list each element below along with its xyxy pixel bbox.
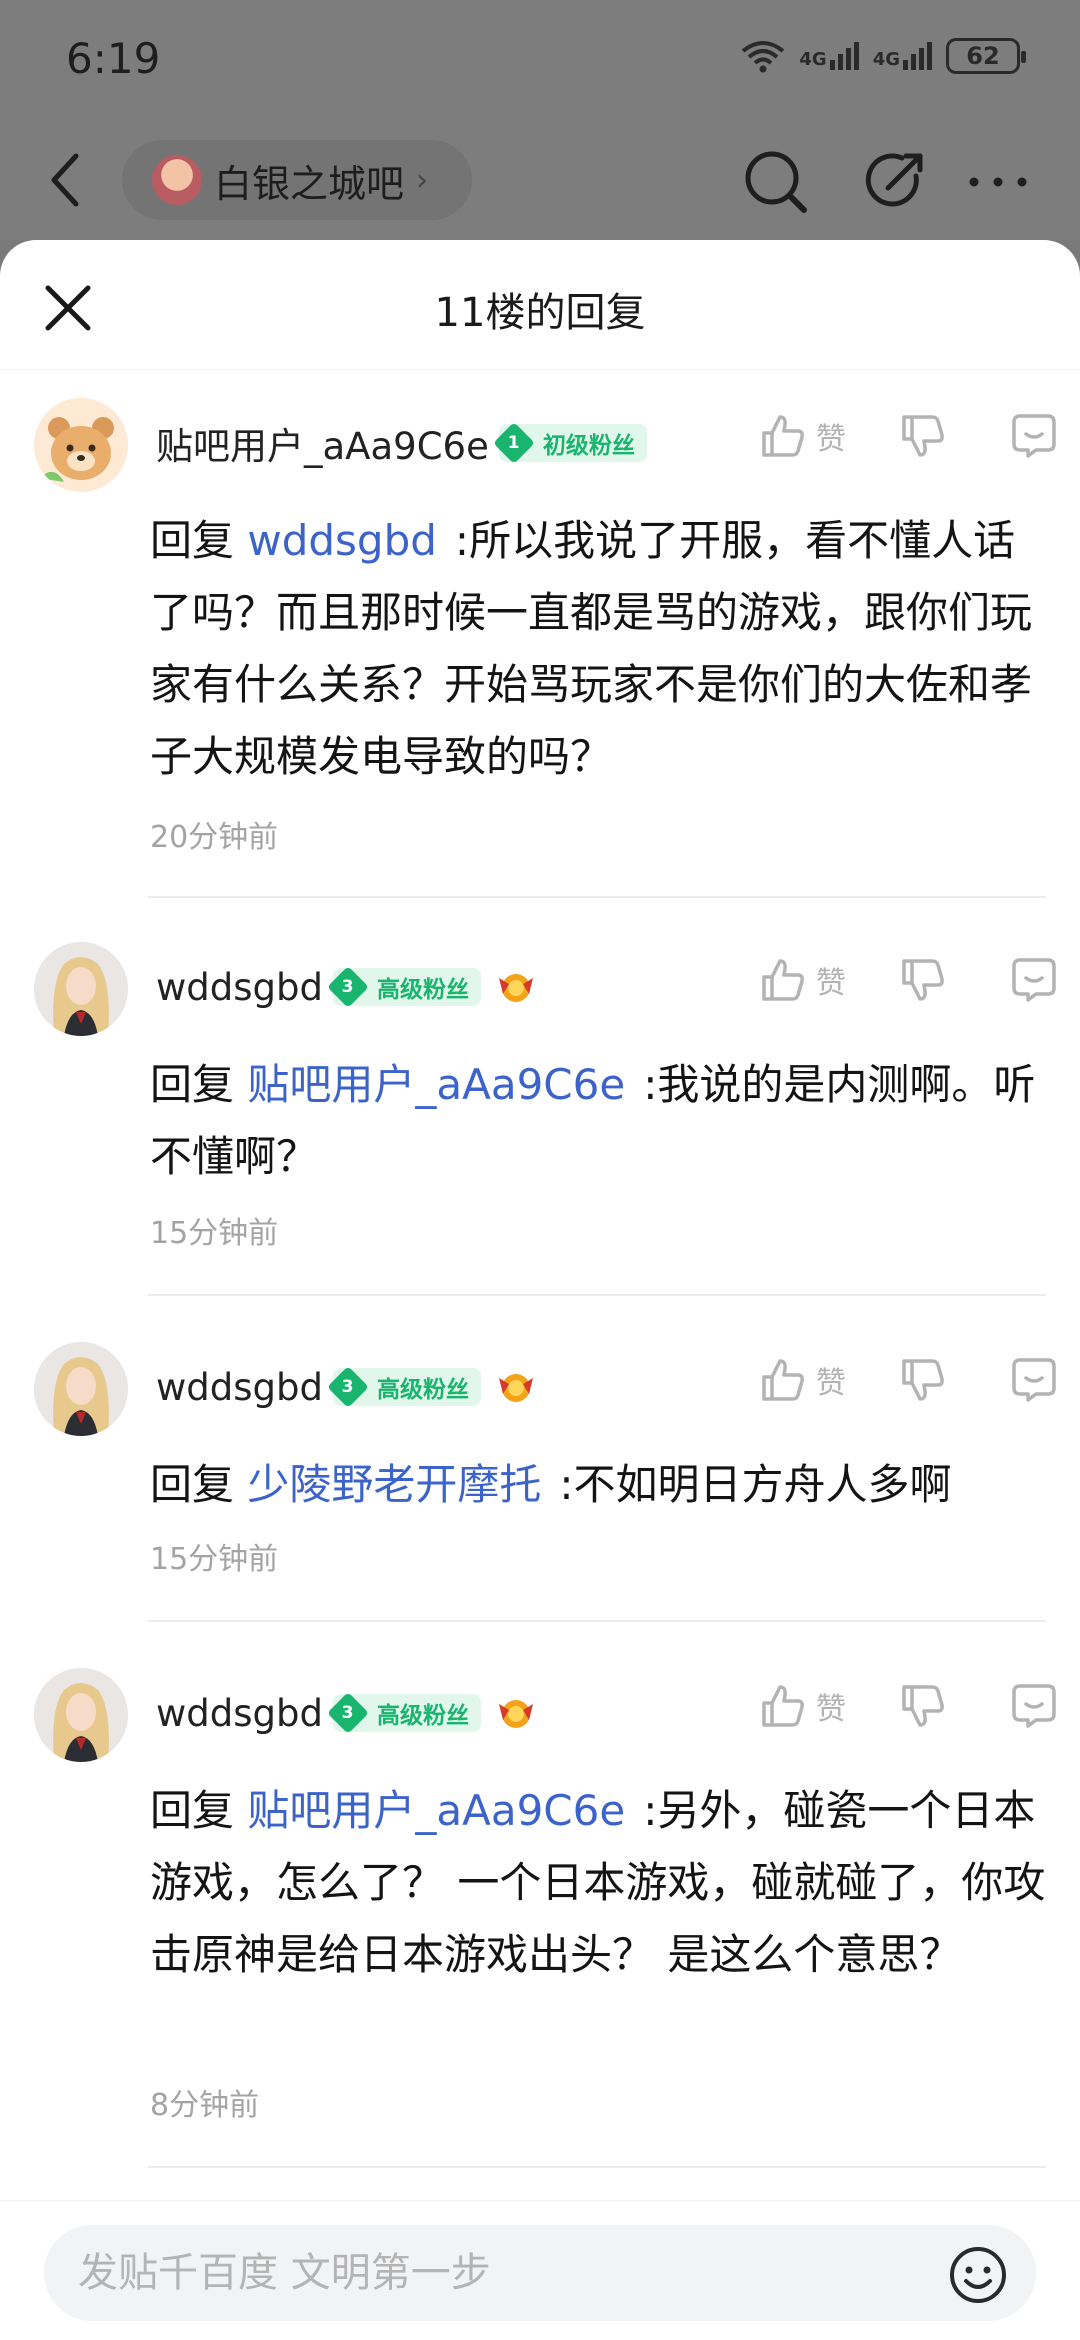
thumbs-down-icon (902, 959, 944, 1001)
like-button[interactable]: 赞 (760, 957, 900, 1003)
wifi-icon (742, 41, 785, 73)
medal-icon (498, 1374, 533, 1402)
reply-content: 回复 贴吧用户_aAa9C6e:我说的是内测啊。听不懂啊？ (150, 1060, 1036, 1181)
like-button[interactable]: 赞 (760, 1683, 900, 1729)
status-time: 6:19 (66, 34, 161, 83)
back-icon[interactable] (46, 150, 86, 210)
reply-actions: 赞 (760, 412, 1058, 460)
fan-badge: 1 初级粉丝 (492, 422, 647, 464)
dislike-button[interactable] (900, 1683, 1010, 1729)
like-button[interactable]: 赞 (760, 1357, 900, 1403)
divider (148, 1620, 1046, 1622)
signal-icon-2: 4G (873, 42, 932, 70)
thumbs-up-icon (762, 959, 804, 1001)
thumbs-up-icon (762, 1685, 804, 1727)
reply-content: 回复 贴吧用户_aAa9C6e:另外，碰瓷一个日本游戏，怎么了？ 一个日本游戏，… (150, 1786, 1046, 1979)
username[interactable]: wddsgbd (156, 1366, 323, 1409)
comment-button[interactable] (1010, 1682, 1058, 1730)
dislike-button[interactable] (900, 1357, 1010, 1403)
user-row: 贴吧用户_aAa9C6e 1 初级粉丝 (156, 413, 647, 473)
avatar[interactable] (34, 942, 128, 1036)
mention-link[interactable]: wddsgbd (247, 516, 437, 565)
user-row: wddsgbd 3 高级粉丝 (156, 1683, 537, 1743)
avatar[interactable] (34, 1668, 128, 1762)
comment-button[interactable] (1010, 412, 1058, 460)
reply-time: 15分钟前 (150, 1216, 279, 1251)
signal-icon: 4G (799, 42, 859, 70)
reply-actions: 赞 (760, 1356, 1058, 1404)
dislike-button[interactable] (900, 957, 1010, 1003)
like-button[interactable]: 赞 (760, 413, 900, 459)
avatar[interactable] (34, 1342, 128, 1436)
medal-icon (498, 974, 533, 1002)
mention-link[interactable]: 贴吧用户_aAa9C6e (247, 1786, 625, 1835)
reply-time: 20分钟前 (150, 820, 279, 855)
chevron-right-icon: › (416, 162, 429, 198)
thumbs-down-icon (902, 415, 944, 457)
username[interactable]: wddsgbd (156, 966, 323, 1009)
sheet-header: 11楼的回复 (0, 240, 1080, 370)
thumbs-up-icon (762, 1359, 804, 1401)
thumbs-down-icon (902, 1685, 944, 1727)
forum-avatar (152, 155, 202, 205)
forum-link[interactable]: 白银之城吧 › (122, 140, 472, 220)
dislike-button[interactable] (900, 413, 1010, 459)
user-row: wddsgbd 3 高级粉丝 (156, 1357, 537, 1417)
emoji-icon[interactable] (948, 2245, 1008, 2305)
forum-name: 白银之城吧 (214, 161, 405, 206)
user-row: wddsgbd 3 高级粉丝 (156, 957, 537, 1017)
comment-icon (1012, 958, 1056, 1002)
share-icon[interactable] (862, 146, 932, 216)
fan-badge: 3 高级粉丝 (327, 1692, 481, 1734)
avatar[interactable] (34, 398, 128, 492)
comment-icon (1012, 1684, 1056, 1728)
reply-actions: 赞 (760, 956, 1058, 1004)
search-icon[interactable] (740, 146, 810, 216)
divider (148, 896, 1046, 898)
comment-icon (1012, 1358, 1056, 1402)
composer-bar (0, 2200, 1080, 2340)
divider (148, 1294, 1046, 1296)
battery-icon: 62 (946, 38, 1026, 74)
comment-button[interactable] (1010, 1356, 1058, 1404)
top-nav-bar: 白银之城吧 › (0, 120, 1080, 240)
medal-icon (498, 1700, 533, 1728)
divider (148, 2166, 1046, 2168)
reply-time: 8分钟前 (150, 2088, 260, 2123)
comment-icon (1012, 414, 1056, 458)
status-icons: 4G 4G 62 (741, 38, 1026, 74)
reply-content: 回复 少陵野老开摩托:不如明日方舟人多啊 (150, 1460, 952, 1509)
fan-badge: 3 高级粉丝 (327, 1366, 481, 1408)
comment-input[interactable] (44, 2225, 1036, 2321)
reply-time: 15分钟前 (150, 1542, 279, 1577)
mention-link[interactable]: 少陵野老开摩托 (247, 1460, 541, 1509)
mention-link[interactable]: 贴吧用户_aAa9C6e (247, 1060, 625, 1109)
thumbs-up-icon (762, 415, 804, 457)
username[interactable]: 贴吧用户_aAa9C6e (156, 416, 489, 470)
thumbs-down-icon (902, 1359, 944, 1401)
more-icon[interactable] (964, 146, 1034, 216)
fan-badge: 3 高级粉丝 (327, 966, 481, 1008)
sheet-title: 11楼的回复 (434, 290, 646, 336)
username[interactable]: wddsgbd (156, 1692, 323, 1735)
comment-button[interactable] (1010, 956, 1058, 1004)
reply-actions: 赞 (760, 1682, 1058, 1730)
reply-content: 回复 wddsgbd:所以我说了开服，看不懂人话了吗？而且那时候一直都是骂的游戏… (150, 516, 1033, 781)
status-bar: 6:19 4G 4G 62 (0, 0, 1080, 120)
